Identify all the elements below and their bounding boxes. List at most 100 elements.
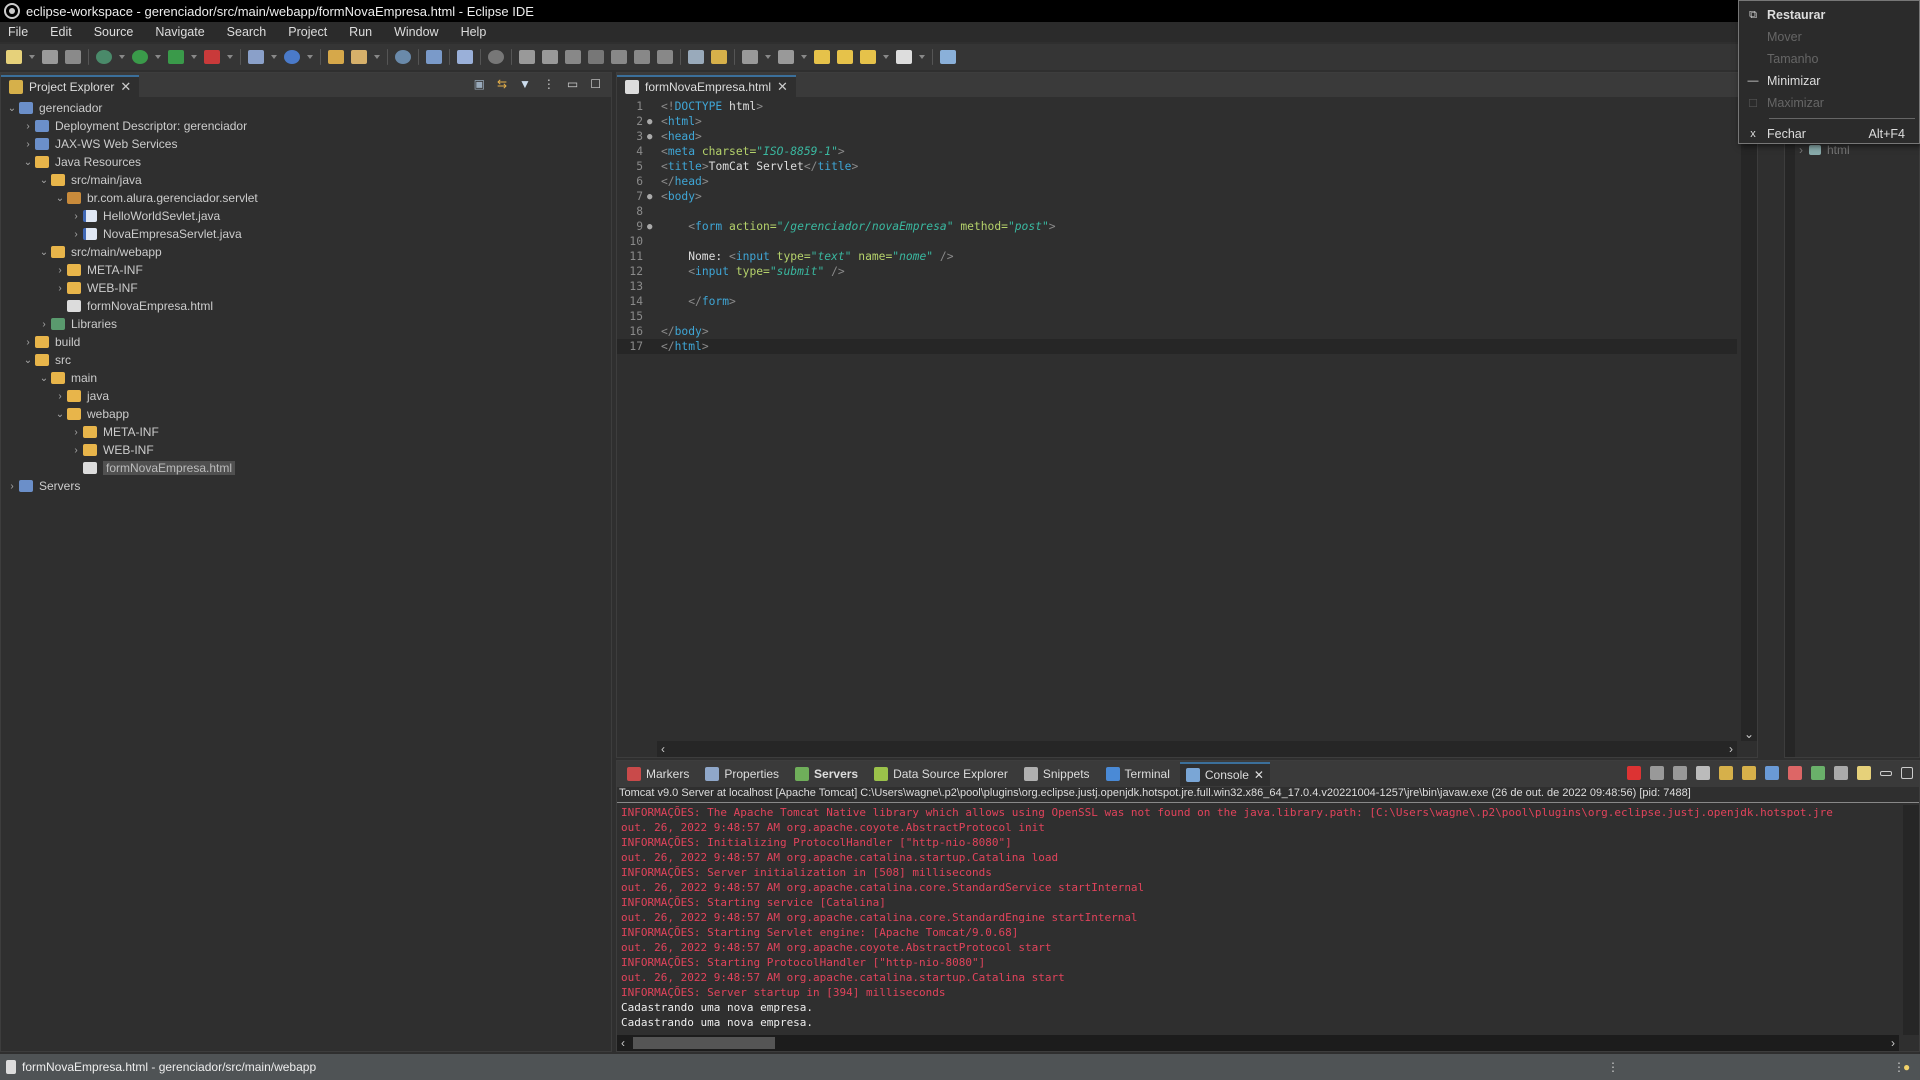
scroll-lock-icon[interactable] — [1719, 766, 1733, 780]
step-over-icon[interactable] — [634, 50, 650, 64]
chevron-right-icon[interactable]: › — [21, 139, 35, 150]
show-on-stderr-icon[interactable] — [1788, 766, 1802, 780]
minimize-icon[interactable] — [1880, 770, 1892, 776]
code-line[interactable]: 14 </form> — [617, 294, 1737, 309]
next-annotation-icon[interactable] — [742, 50, 758, 64]
tree-node[interactable]: › Deployment Descriptor: gerenciador — [1, 117, 611, 135]
tree-node[interactable]: › WEB-INF — [1, 441, 611, 459]
code-line[interactable]: 5 <title>TomCat Servlet</title> — [617, 159, 1737, 174]
dropdown-icon[interactable] — [227, 55, 233, 59]
edit-icon[interactable] — [351, 50, 367, 64]
save-icon[interactable] — [42, 50, 58, 64]
eclipse-icon[interactable] — [4, 3, 20, 19]
terminate-icon[interactable] — [565, 50, 581, 64]
forward-icon[interactable] — [896, 50, 912, 64]
system-menu-item-fechar[interactable]: x Fechar Alt+F4 — [1739, 123, 1919, 145]
console-vertical-scrollbar[interactable] — [1903, 805, 1919, 1035]
tree-node[interactable]: ⌄ gerenciador — [1, 99, 611, 117]
external-tools-icon[interactable] — [204, 50, 220, 64]
console-horizontal-scrollbar[interactable]: ‹ › — [617, 1035, 1899, 1051]
chevron-down-icon[interactable]: ⌄ — [53, 409, 67, 420]
dropdown-icon[interactable] — [29, 55, 35, 59]
tree-node[interactable]: ⌄ webapp — [1, 405, 611, 423]
tab-terminal[interactable]: Terminal — [1100, 762, 1176, 786]
tab-properties[interactable]: Properties — [699, 762, 785, 786]
maximize-icon[interactable] — [1901, 767, 1913, 779]
menu-file[interactable]: File — [8, 25, 28, 39]
scroll-left-icon[interactable]: ‹ — [621, 1036, 625, 1050]
disconnect-icon[interactable] — [588, 50, 604, 64]
tree-node[interactable]: › Servers — [1, 477, 611, 495]
code-line[interactable]: 11 Nome: <input type="text" name="nome" … — [617, 249, 1737, 264]
code-line[interactable]: 8 — [617, 204, 1737, 219]
skip-breakpoints-icon[interactable] — [488, 50, 504, 64]
close-icon[interactable]: ✕ — [120, 79, 131, 95]
lightbulb-icon[interactable]: ● — [1903, 1060, 1910, 1074]
tree-node[interactable]: › Libraries — [1, 315, 611, 333]
chevron-down-icon[interactable]: ⌄ — [37, 247, 51, 258]
dropdown-icon[interactable] — [307, 55, 313, 59]
vertical-scrollbar[interactable]: ⌄ — [1741, 99, 1757, 741]
display-console-icon[interactable] — [1834, 766, 1848, 780]
tree-node[interactable]: › HelloWorldSevlet.java — [1, 207, 611, 225]
close-icon[interactable]: ✕ — [1254, 768, 1264, 782]
tree-node[interactable]: ⌄ Java Resources — [1, 153, 611, 171]
chevron-down-icon[interactable]: ⌄ — [37, 373, 51, 384]
clear-console-icon[interactable] — [1696, 766, 1710, 780]
resume-icon[interactable] — [519, 50, 535, 64]
tab-formNovaEmpresa[interactable]: formNovaEmpresa.html ✕ — [617, 75, 796, 97]
dropdown-icon[interactable] — [155, 55, 161, 59]
menu-edit[interactable]: Edit — [50, 25, 72, 39]
dropdown-icon[interactable] — [271, 55, 277, 59]
code-line[interactable]: 2 ● <html> — [617, 114, 1737, 129]
dropdown-icon[interactable] — [801, 55, 807, 59]
web-browser-icon[interactable] — [395, 50, 411, 64]
dropdown-icon[interactable] — [374, 55, 380, 59]
dropdown-icon[interactable] — [765, 55, 771, 59]
dropdown-icon[interactable] — [883, 55, 889, 59]
chevron-down-icon[interactable]: ⌄ — [21, 355, 35, 366]
code-line[interactable]: 4 <meta charset="ISO-8859-1"> — [617, 144, 1737, 159]
word-wrap-icon[interactable] — [1742, 766, 1756, 780]
scroll-down-icon[interactable]: ⌄ — [1744, 727, 1754, 741]
code-line[interactable]: 3 ● <head> — [617, 129, 1737, 144]
show-on-stdout-icon[interactable] — [1765, 766, 1779, 780]
toggle-mark-occurrences-icon[interactable] — [711, 50, 727, 64]
chevron-right-icon[interactable]: › — [69, 445, 83, 456]
forward-history-icon[interactable] — [860, 50, 876, 64]
chevron-right-icon[interactable]: › — [5, 481, 19, 492]
tree-node[interactable]: › WEB-INF — [1, 279, 611, 297]
maximize-icon[interactable]: ☐ — [590, 77, 601, 91]
tab-console[interactable]: Console ✕ — [1179, 762, 1270, 786]
code-line[interactable]: 17 </html> — [617, 339, 1737, 354]
code-line[interactable]: 16 </body> — [617, 324, 1737, 339]
search-icon[interactable] — [426, 50, 442, 64]
chevron-right-icon[interactable]: › — [21, 121, 35, 132]
code-line[interactable]: 15 — [617, 309, 1737, 324]
system-menu-item-restaurar[interactable]: ⧉ Restaurar — [1739, 4, 1919, 26]
code-line[interactable]: 6 </head> — [617, 174, 1737, 189]
step-return-icon[interactable] — [657, 50, 673, 64]
tree-node[interactable]: formNovaEmpresa.html — [1, 459, 611, 477]
filter-icon[interactable]: ▼ — [519, 77, 531, 91]
code-line[interactable]: 12 <input type="submit" /> — [617, 264, 1737, 279]
code-area[interactable]: 1 <!DOCTYPE html> 2 ● <html> 3 ● <head> 4 <meta c… — [617, 99, 1737, 354]
fold-toggle-icon[interactable]: ● — [647, 132, 657, 142]
code-line[interactable]: 9 ● <form action="/gerenciador/novaEmpres… — [617, 219, 1737, 234]
tree-node[interactable]: › build — [1, 333, 611, 351]
chevron-right-icon[interactable]: › — [53, 265, 67, 276]
tree-node[interactable]: › META-INF — [1, 261, 611, 279]
open-type-icon[interactable] — [328, 50, 344, 64]
terminate-icon[interactable] — [1627, 766, 1641, 780]
dropdown-icon[interactable] — [191, 55, 197, 59]
step-into-icon[interactable] — [611, 50, 627, 64]
tab-project-explorer[interactable]: Project Explorer ✕ — [1, 75, 140, 97]
scroll-left-icon[interactable]: ‹ — [661, 742, 665, 756]
menu-help[interactable]: Help — [461, 25, 487, 39]
tree-node[interactable]: ⌄ src — [1, 351, 611, 369]
code-line[interactable]: 7 ● <body> — [617, 189, 1737, 204]
tree-node[interactable]: › JAX-WS Web Services — [1, 135, 611, 153]
tree-node[interactable]: ⌄ main — [1, 369, 611, 387]
scroll-thumb[interactable] — [633, 1037, 775, 1049]
remove-all-terminated-icon[interactable] — [1673, 766, 1687, 780]
